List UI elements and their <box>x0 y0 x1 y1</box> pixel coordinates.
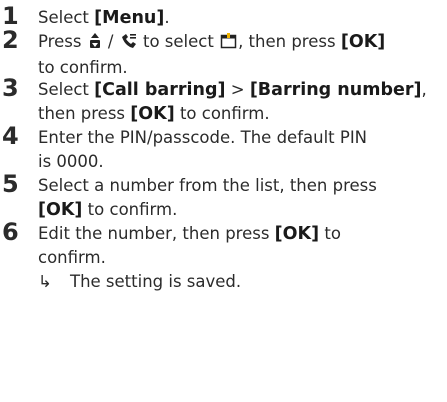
step-text: Select a number from the list, then pres… <box>38 174 447 222</box>
instruction-steps: 1 Select [Menu]. 2 Press / to select , t… <box>0 0 447 402</box>
redial-phonebook-icon <box>120 32 137 56</box>
up-down-nav-icon <box>88 32 102 56</box>
step-text-line: confirm. <box>38 248 106 267</box>
barring-number-keyword: [Barring number] <box>249 80 422 100</box>
step-text-segment: to confirm. <box>82 200 178 219</box>
call-barring-keyword: [Call barring] <box>94 80 226 100</box>
menu-keyword: [Menu] <box>94 8 165 28</box>
step-text-segment: Select <box>38 80 95 99</box>
step-text-segment: to confirm. <box>174 104 270 123</box>
step-text-line: is 0000. <box>38 152 104 171</box>
step-text-segment: Edit the number, then press <box>38 224 275 243</box>
step-number: 5 <box>2 170 19 198</box>
step-text: Select [Call barring] > [Barring number]… <box>38 78 447 126</box>
settings-menu-icon <box>220 32 237 56</box>
step-text-line: to confirm. <box>38 58 128 77</box>
step-text-segment: . <box>164 8 170 27</box>
step-result: ↳ The setting is saved. <box>38 270 241 294</box>
step-text-segment: to <box>319 224 341 243</box>
step-text: Press / to select , then press [OK] to c… <box>38 30 447 80</box>
ok-keyword: [OK] <box>274 224 320 244</box>
step-number: 4 <box>2 122 19 150</box>
step-text-segment: / <box>102 32 119 51</box>
step-text-segment: to select <box>137 32 220 51</box>
step-text: Select [Menu]. <box>38 6 447 30</box>
step-text-segment: > <box>225 80 250 99</box>
step-text-segment: , then press <box>238 32 341 51</box>
step-text-segment: Select <box>38 8 95 27</box>
step-text: Edit the number, then press [OK] to conf… <box>38 222 447 270</box>
result-arrow-icon: ↳ <box>38 272 52 291</box>
step-text: Enter the PIN/passcode. The default PIN … <box>38 126 447 174</box>
step-text-line: Select a number from the list, then pres… <box>38 176 377 195</box>
step-number: 6 <box>2 218 19 246</box>
step-number: 3 <box>2 74 19 102</box>
step-text-segment: then press <box>38 104 131 123</box>
ok-keyword: [OK] <box>38 200 83 220</box>
step-text-segment: , <box>421 80 427 99</box>
step-number: 2 <box>2 26 19 54</box>
step-number: 1 <box>2 2 19 30</box>
ok-keyword: [OK] <box>340 32 386 52</box>
step-text-line: Enter the PIN/passcode. The default PIN <box>38 128 368 147</box>
result-text: The setting is saved. <box>70 272 242 291</box>
step-text-segment: Press <box>38 32 87 51</box>
ok-keyword: [OK] <box>130 104 175 124</box>
